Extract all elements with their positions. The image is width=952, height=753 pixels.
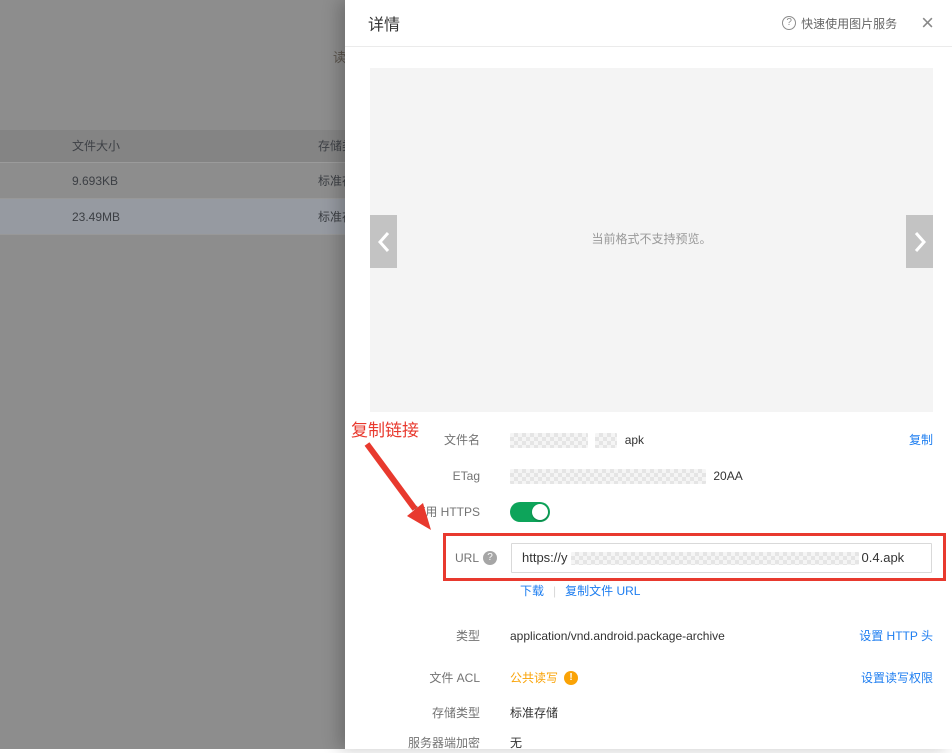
url-input[interactable]: https://y 0.4.apk bbox=[511, 543, 932, 573]
divider: | bbox=[553, 581, 556, 601]
acl-value-group: 公共读写 ! bbox=[510, 668, 578, 688]
type-label: 类型 bbox=[345, 626, 480, 646]
filename-value: apk bbox=[510, 430, 644, 450]
close-icon[interactable]: × bbox=[921, 13, 934, 33]
download-link[interactable]: 下载 bbox=[520, 581, 544, 601]
previous-file-button[interactable] bbox=[370, 215, 397, 268]
url-label-group: URL ? bbox=[345, 543, 497, 573]
url-label: URL bbox=[455, 548, 479, 568]
toggle-knob bbox=[532, 504, 548, 520]
file-acl-label: 文件 ACL bbox=[345, 668, 480, 688]
https-row: 使用 HTTPS bbox=[345, 502, 952, 522]
storage-class-value: 标准存储 bbox=[510, 703, 558, 723]
preview-unsupported-message: 当前格式不支持预览。 bbox=[370, 230, 933, 247]
encryption-label: 服务器端加密 bbox=[345, 733, 480, 753]
chevron-right-icon bbox=[913, 230, 927, 254]
url-help-icon[interactable]: ? bbox=[483, 551, 497, 565]
warning-icon: ! bbox=[564, 671, 578, 685]
drawer-header: 详情 ? 快速使用图片服务 × bbox=[345, 0, 952, 47]
modal-mask[interactable] bbox=[0, 0, 345, 749]
use-https-label: 使用 HTTPS bbox=[345, 502, 480, 522]
url-prefix: https://y bbox=[522, 548, 568, 568]
type-value: application/vnd.android.package-archive bbox=[510, 626, 725, 646]
help-circle-icon: ? bbox=[782, 16, 796, 30]
redacted-blur bbox=[595, 433, 617, 448]
acl-row: 文件 ACL 公共读写 ! 设置读写权限 bbox=[345, 668, 952, 688]
set-acl-permissions-link[interactable]: 设置读写权限 bbox=[861, 668, 933, 688]
encryption-value: 无 bbox=[510, 733, 522, 753]
filename-row: 文件名 apk 复制 bbox=[345, 430, 952, 450]
file-preview-area: 当前格式不支持预览。 bbox=[370, 68, 933, 412]
etag-label: ETag bbox=[345, 466, 480, 486]
redacted-blur bbox=[510, 469, 706, 484]
etag-tail: 20AA bbox=[713, 469, 742, 483]
quick-image-service-link[interactable]: ? 快速使用图片服务 bbox=[782, 15, 897, 32]
https-toggle-on[interactable] bbox=[510, 502, 550, 522]
details-drawer: 详情 ? 快速使用图片服务 × 当前格式不支持预览。 文件名 apk 复制 bbox=[345, 0, 952, 749]
etag-value: 20AA bbox=[510, 466, 743, 486]
url-actions-row: 下载 | 复制文件 URL bbox=[345, 581, 952, 601]
drawer-title: 详情 bbox=[368, 11, 400, 35]
url-actions: 下载 | 复制文件 URL bbox=[520, 581, 640, 601]
storage-class-label: 存储类型 bbox=[345, 703, 480, 723]
redacted-blur bbox=[571, 552, 859, 565]
filename-label: 文件名 bbox=[345, 430, 480, 450]
quick-image-service-label: 快速使用图片服务 bbox=[801, 15, 897, 32]
filename-tail: apk bbox=[625, 433, 644, 447]
chevron-left-icon bbox=[377, 230, 391, 254]
url-row: URL ? https://y 0.4.apk bbox=[345, 543, 952, 573]
etag-row: ETag 20AA bbox=[345, 466, 952, 486]
storage-class-row: 存储类型 标准存储 bbox=[345, 703, 952, 723]
acl-value: 公共读写 bbox=[510, 668, 558, 688]
encryption-row: 服务器端加密 无 bbox=[345, 733, 952, 753]
set-http-header-link[interactable]: 设置 HTTP 头 bbox=[859, 626, 933, 646]
copy-filename-button[interactable]: 复制 bbox=[909, 430, 933, 450]
copy-file-url-link[interactable]: 复制文件 URL bbox=[565, 581, 640, 601]
background-page: 读 文件大小 存储类型 9.693KB 标准存储 23.49MB 标准存储 bbox=[0, 0, 345, 749]
next-file-button[interactable] bbox=[906, 215, 933, 268]
redacted-blur bbox=[510, 433, 588, 448]
type-row: 类型 application/vnd.android.package-archi… bbox=[345, 626, 952, 646]
url-tail: 0.4.apk bbox=[862, 548, 905, 568]
